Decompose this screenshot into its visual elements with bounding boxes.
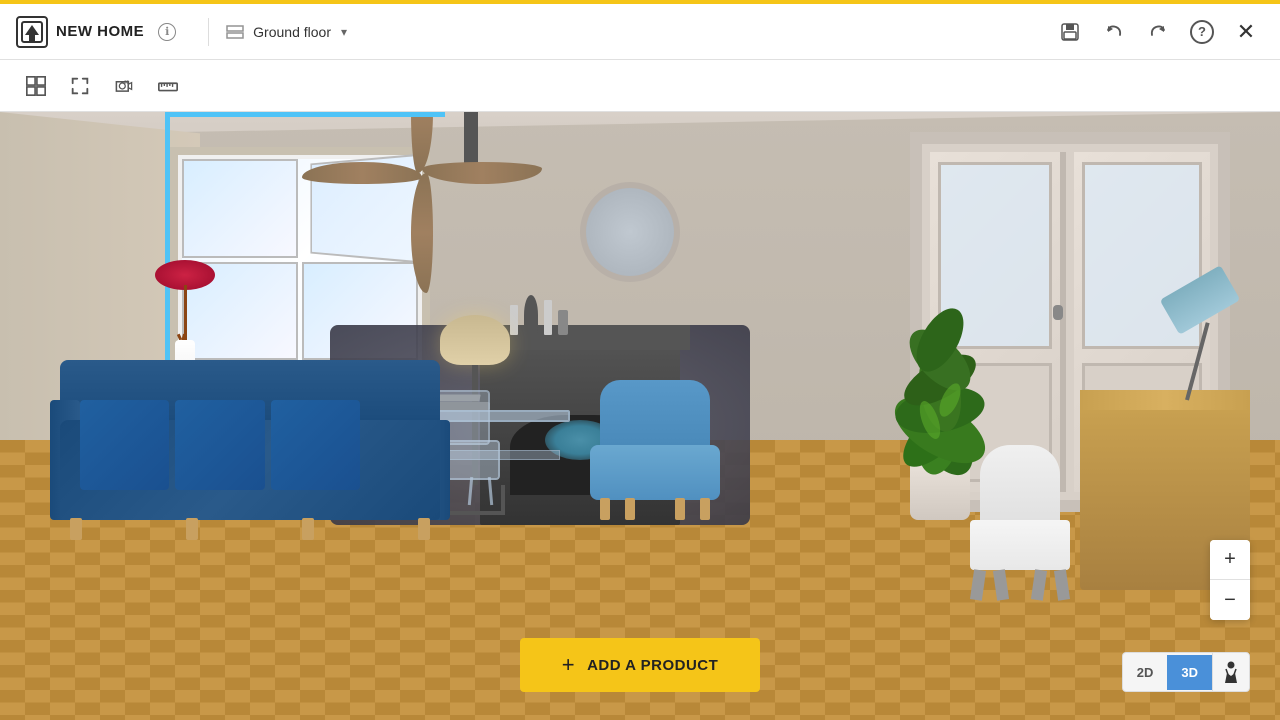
selection-outline-top [165,112,445,117]
ceiling-fan [430,112,512,202]
fan-motor [464,112,478,167]
add-product-label: ADD A PRODUCT [587,657,718,674]
logo-area: NEW HOME ℹ [16,16,176,48]
fan-blade-4 [411,112,433,173]
save-button[interactable] [1052,14,1088,50]
topbar: NEW HOME ℹ Ground floor ▾ [0,0,1280,60]
blue-sofa [60,340,490,540]
add-icon: + [562,652,575,678]
camera-3d-button[interactable]: 3D [104,66,144,106]
topbar-divider [208,18,209,46]
floor-chevron: ▾ [341,25,347,39]
desk-lamp [1165,280,1245,400]
view-2d-button[interactable]: 2D [1123,655,1168,690]
window-pane-1 [182,159,298,258]
room-scene [0,112,1280,720]
white-chair [960,400,1080,600]
view-3d-button[interactable]: 3D [1167,655,1212,690]
redo-button[interactable] [1140,14,1176,50]
grid-toggle-button[interactable] [16,66,56,106]
right-toolbar: ? ✕ [1052,14,1264,50]
close-button[interactable]: ✕ [1228,14,1264,50]
fan-blade-3 [302,162,422,184]
view-mode-selector: 2D 3D [1122,652,1250,692]
info-icon[interactable]: ℹ [158,23,176,41]
zoom-out-button[interactable]: − [1210,580,1250,620]
floor-label: Ground floor [253,24,331,40]
floor-selector[interactable]: Ground floor ▾ [225,24,347,40]
door-handle-left [1053,305,1063,320]
zoom-controls: + − [1210,540,1250,620]
project-title: NEW HOME [56,23,144,40]
wall-mirror [580,182,680,282]
help-button[interactable]: ? [1184,14,1220,50]
svg-text:3D: 3D [124,79,129,84]
ruler-button[interactable] [148,66,188,106]
zoom-in-button[interactable]: + [1210,540,1250,580]
add-product-button[interactable]: + ADD A PRODUCT [520,638,760,692]
main-3d-view[interactable]: + ADD A PRODUCT + − 2D 3D [0,112,1280,720]
toolbar2: 3D [0,60,1280,112]
person-view-button[interactable] [1212,653,1249,691]
app-logo [16,16,48,48]
blue-armchair [590,390,720,520]
floor-icon [225,24,245,40]
undo-button[interactable] [1096,14,1132,50]
fullscreen-button[interactable] [60,66,100,106]
